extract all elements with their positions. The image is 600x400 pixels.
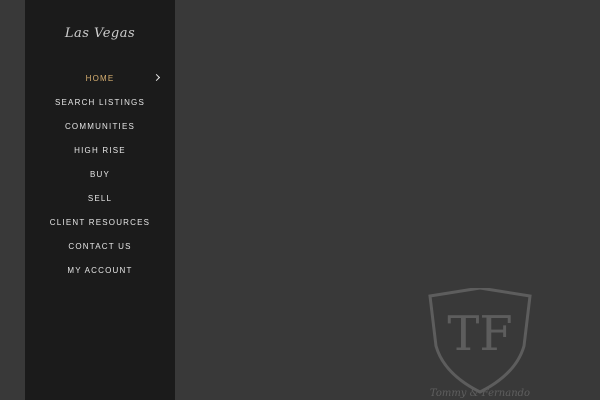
nav-item-home[interactable]: HOME	[25, 70, 175, 94]
nav-item-search-listings[interactable]: SEARCH LISTINGS	[25, 94, 175, 118]
nav-item-label: HOME	[85, 74, 115, 83]
nav-item-label: SEARCH LISTINGS	[54, 98, 145, 107]
nav-item-label: COMMUNITIES	[64, 122, 136, 131]
nav-item-my-account[interactable]: MY ACCOUNT	[25, 262, 175, 286]
nav-item-label: CLIENT RESOURCES	[49, 218, 151, 227]
sidebar-nav: HOME SEARCH LISTINGS COMMUNITIES HIGH RI…	[25, 70, 175, 286]
chevron-right-icon	[152, 73, 161, 82]
nav-item-high-rise[interactable]: HIGH RISE	[25, 142, 175, 166]
brand-watermark-icon: TF Tommy & Fernando	[428, 288, 532, 399]
nav-item-label: CONTACT US	[68, 242, 132, 251]
watermark-monogram: TF	[447, 306, 512, 362]
watermark-caption: Tommy & Fernando	[430, 388, 530, 399]
nav-item-sell[interactable]: SELL	[25, 190, 175, 214]
nav-item-communities[interactable]: COMMUNITIES	[25, 118, 175, 142]
sidebar: Las Vegas HOME SEARCH LISTINGS COMMUNITI…	[25, 0, 175, 400]
brand-logo[interactable]: Las Vegas	[25, 26, 175, 41]
nav-item-label: MY ACCOUNT	[67, 266, 133, 275]
nav-item-label: HIGH RISE	[74, 146, 126, 155]
nav-item-contact-us[interactable]: CONTACT US	[25, 238, 175, 262]
nav-item-label: BUY	[89, 170, 111, 179]
left-gutter	[0, 0, 25, 400]
nav-item-buy[interactable]: BUY	[25, 166, 175, 190]
nav-item-client-resources[interactable]: CLIENT RESOURCES	[25, 214, 175, 238]
nav-item-label: SELL	[87, 194, 113, 203]
